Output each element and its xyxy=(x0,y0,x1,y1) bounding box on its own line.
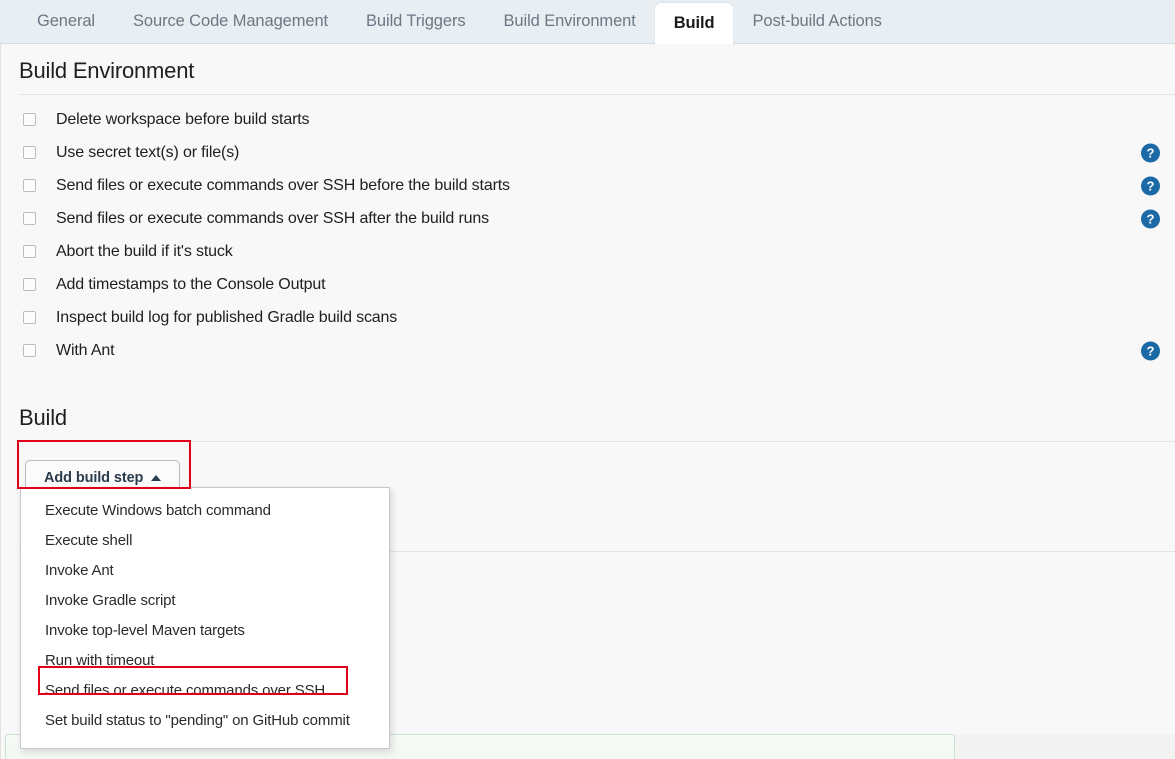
dropdown-item-invoke-gradle-script[interactable]: Invoke Gradle script xyxy=(21,586,389,616)
option-row-delete-workspace[interactable]: Delete workspace before build starts xyxy=(1,103,1175,136)
build-environment-heading: Build Environment xyxy=(19,58,195,83)
checkbox-ssh-after-build[interactable] xyxy=(23,212,36,225)
help-icon[interactable]: ? xyxy=(1141,341,1160,360)
option-row-ssh-before-build[interactable]: Send files or execute commands over SSH … xyxy=(1,169,1175,202)
tab-build-environment-label: Build Environment xyxy=(503,11,636,30)
dropdown-item-send-files-or-execute-commands-over-ssh[interactable]: Send files or execute commands over SSH xyxy=(21,676,389,706)
option-row-abort-if-stuck[interactable]: Abort the build if it's stuck xyxy=(1,235,1175,268)
checkbox-delete-workspace[interactable] xyxy=(23,113,36,126)
option-row-inspect-gradle-scans[interactable]: Inspect build log for published Gradle b… xyxy=(1,301,1175,334)
option-label: Add timestamps to the Console Output xyxy=(56,275,326,293)
help-icon[interactable]: ? xyxy=(1141,143,1160,162)
dropdown-item-execute-windows-batch-command[interactable]: Execute Windows batch command xyxy=(21,496,389,526)
tab-post-build-actions[interactable]: Post-build Actions xyxy=(733,0,900,43)
help-icon[interactable]: ? xyxy=(1141,176,1160,195)
option-row-ssh-after-build[interactable]: Send files or execute commands over SSH … xyxy=(1,202,1175,235)
option-row-with-ant[interactable]: With Ant ? xyxy=(1,334,1175,367)
tab-build[interactable]: Build xyxy=(654,3,734,44)
checkbox-inspect-gradle-scans[interactable] xyxy=(23,311,36,324)
tab-post-build-actions-label: Post-build Actions xyxy=(752,11,882,30)
checkbox-use-secret-text[interactable] xyxy=(23,146,36,159)
dropdown-item-invoke-ant[interactable]: Invoke Ant xyxy=(21,556,389,586)
build-section: Build Add build step xyxy=(1,391,1175,496)
tab-build-triggers-label: Build Triggers xyxy=(366,11,466,30)
option-label: Delete workspace before build starts xyxy=(56,110,310,128)
tab-general-label: General xyxy=(37,11,96,30)
checkbox-add-timestamps[interactable] xyxy=(23,278,36,291)
config-tabbar: General Source Code Management Build Tri… xyxy=(0,0,1175,44)
option-label: Inspect build log for published Gradle b… xyxy=(56,308,398,326)
help-icon[interactable]: ? xyxy=(1141,209,1160,228)
build-heading: Build xyxy=(19,405,67,430)
tab-build-environment[interactable]: Build Environment xyxy=(485,0,655,43)
option-row-use-secret-text[interactable]: Use secret text(s) or file(s) ? xyxy=(1,136,1175,169)
tab-source-code-management-label: Source Code Management xyxy=(133,11,329,30)
dropdown-item-set-build-status-pending-github[interactable]: Set build status to "pending" on GitHub … xyxy=(21,706,389,736)
option-label: With Ant xyxy=(56,341,115,359)
checkbox-abort-if-stuck[interactable] xyxy=(23,245,36,258)
add-build-step-label: Add build step xyxy=(44,470,144,486)
tab-source-code-management[interactable]: Source Code Management xyxy=(114,0,347,43)
tab-general[interactable]: General xyxy=(18,0,114,43)
add-build-step-dropdown[interactable]: Execute Windows batch command Execute sh… xyxy=(20,487,390,749)
jenkins-job-config-page: General Source Code Management Build Tri… xyxy=(0,0,1175,759)
dropdown-item-run-with-timeout[interactable]: Run with timeout xyxy=(21,646,389,676)
dropdown-item-execute-shell[interactable]: Execute shell xyxy=(21,526,389,556)
tab-build-label: Build xyxy=(673,14,715,32)
option-label: Send files or execute commands over SSH … xyxy=(56,209,490,227)
option-row-add-timestamps[interactable]: Add timestamps to the Console Output xyxy=(1,268,1175,301)
tab-build-triggers[interactable]: Build Triggers xyxy=(347,0,484,43)
caret-up-icon xyxy=(151,475,162,481)
dropdown-item-invoke-top-level-maven-targets[interactable]: Invoke top-level Maven targets xyxy=(21,616,389,646)
build-environment-option-list: Delete workspace before build starts Use… xyxy=(1,95,1175,367)
checkbox-with-ant[interactable] xyxy=(23,344,36,357)
option-label: Send files or execute commands over SSH … xyxy=(56,176,510,194)
checkbox-ssh-before-build[interactable] xyxy=(23,179,36,192)
option-label: Abort the build if it's stuck xyxy=(56,242,233,260)
option-label: Use secret text(s) or file(s) xyxy=(56,143,240,161)
